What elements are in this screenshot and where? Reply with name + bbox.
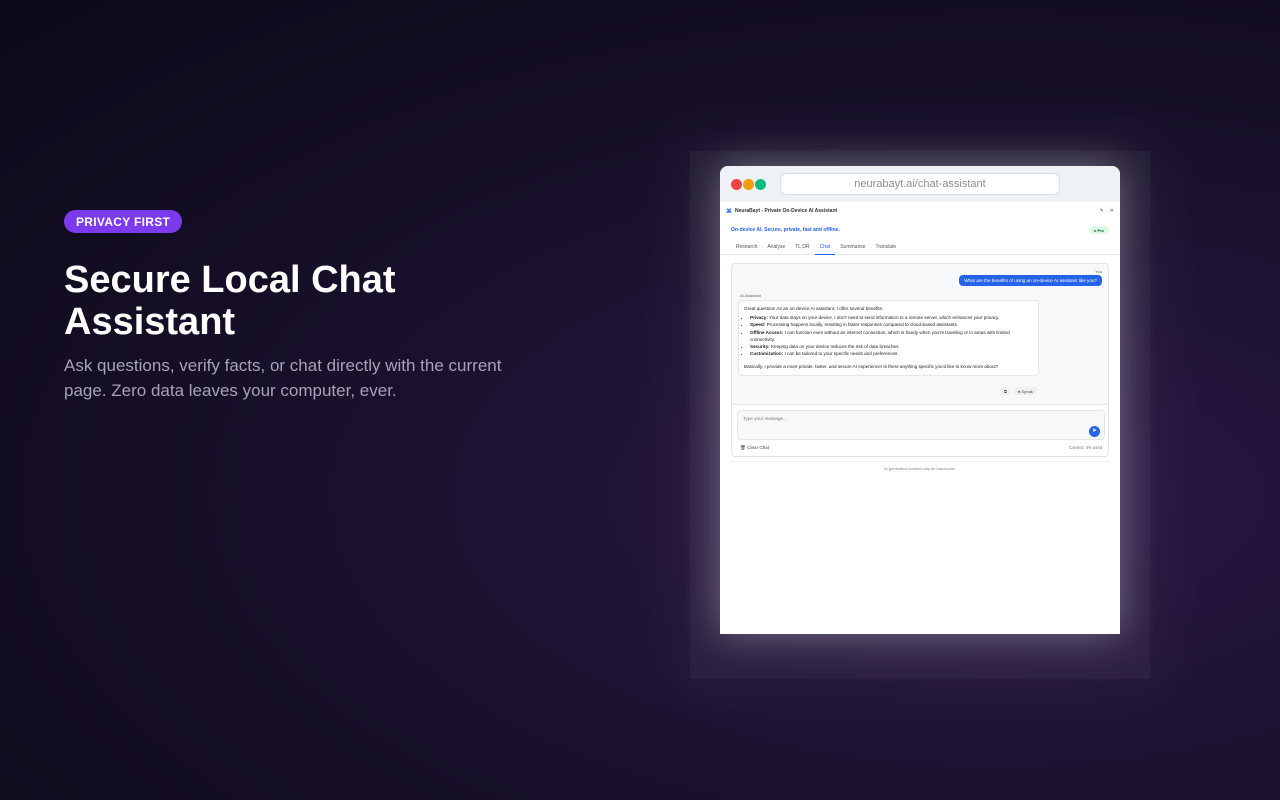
- copy-icon[interactable]: ⧉: [1000, 387, 1011, 395]
- trash-icon: 🗑︎: [740, 445, 746, 450]
- chat-container: You What are the benefits of using an on…: [731, 263, 1109, 457]
- hero-section: PRIVACY FIRST Secure Local Chat Assistan…: [64, 210, 504, 403]
- tab-summarise[interactable]: Summarise: [835, 240, 870, 254]
- speaker-icon: 🔊︎: [1017, 388, 1021, 394]
- list-item: Speed: Processing happens locally, resul…: [750, 321, 1033, 328]
- browser-window: neurabayt.ai/chat-assistant ⌘ NeuraBayt …: [720, 166, 1120, 634]
- list-item: Offline Access: I can function even with…: [750, 329, 1033, 343]
- tab-research[interactable]: Research: [731, 240, 762, 254]
- tagline: On-device AI. Secure, private, fast and …: [731, 227, 840, 233]
- tab-bar: Research Analyse TL;DR Chat Summarise Tr…: [720, 240, 1120, 255]
- speak-button[interactable]: 🔊︎ Speak: [1013, 387, 1037, 395]
- benefit-list: Privacy: Your data stays on your device.…: [750, 314, 1033, 357]
- user-label: You: [1095, 269, 1102, 274]
- neurabayt-logo-icon: ⌘: [726, 208, 732, 215]
- extension-title: NeuraBayt - Private On-Device AI Assista…: [735, 208, 838, 214]
- privacy-badge: PRIVACY FIRST: [64, 210, 183, 233]
- maximize-dot-icon[interactable]: [755, 179, 766, 190]
- message-list[interactable]: You What are the benefits of using an on…: [732, 264, 1108, 405]
- clear-chat-button[interactable]: 🗑︎ Clear Chat: [740, 445, 769, 451]
- user-message: What are the benefits of using an on-dev…: [959, 275, 1102, 286]
- tab-tldr[interactable]: TL;DR: [790, 240, 814, 254]
- minimize-dot-icon[interactable]: [743, 179, 754, 190]
- tab-translate[interactable]: Translate: [871, 240, 902, 254]
- browser-titlebar: neurabayt.ai/chat-assistant: [720, 166, 1120, 202]
- tab-chat[interactable]: Chat: [814, 240, 836, 255]
- assistant-outro: Basically, I provide a more private, fas…: [744, 364, 999, 370]
- message-input[interactable]: Type your message... ➤: [737, 410, 1105, 440]
- assistant-intro: Great question! As an on-device AI assis…: [744, 306, 884, 311]
- extension-panel: ⌘ NeuraBayt - Private On-Device AI Assis…: [720, 202, 1120, 471]
- send-icon[interactable]: ➤: [1089, 426, 1100, 437]
- hero-description: Ask questions, verify facts, or chat dir…: [64, 356, 502, 400]
- list-item: Privacy: Your data stays on your device.…: [750, 314, 1033, 321]
- tab-analyse[interactable]: Analyse: [762, 240, 790, 254]
- disclaimer: AI-generated content may be inaccurate.: [731, 461, 1109, 471]
- list-item: Security: Keeping data on your device re…: [750, 343, 1033, 350]
- assistant-label: AI Assistant: [740, 293, 761, 298]
- input-placeholder: Type your message...: [743, 416, 787, 421]
- address-bar[interactable]: neurabayt.ai/chat-assistant: [780, 173, 1060, 195]
- list-item: Customization: I can be tailored to your…: [750, 350, 1033, 357]
- message-actions: ⧉ 🔊︎ Speak: [1000, 387, 1037, 395]
- tagline-row: On-device AI. Secure, private, fast and …: [720, 220, 1120, 240]
- extension-header: ⌘ NeuraBayt - Private On-Device AI Assis…: [720, 202, 1120, 220]
- close-dot-icon[interactable]: [731, 179, 742, 190]
- pin-icon[interactable]: ✎: [1100, 208, 1104, 214]
- context-usage: Context: 4% used: [1068, 445, 1102, 450]
- assistant-message: Great question! As an on-device AI assis…: [738, 300, 1039, 376]
- close-icon[interactable]: ✕: [1110, 208, 1114, 214]
- plan-badge: ● Pro: [1088, 226, 1109, 234]
- hero-title: Secure Local Chat Assistant: [64, 259, 396, 343]
